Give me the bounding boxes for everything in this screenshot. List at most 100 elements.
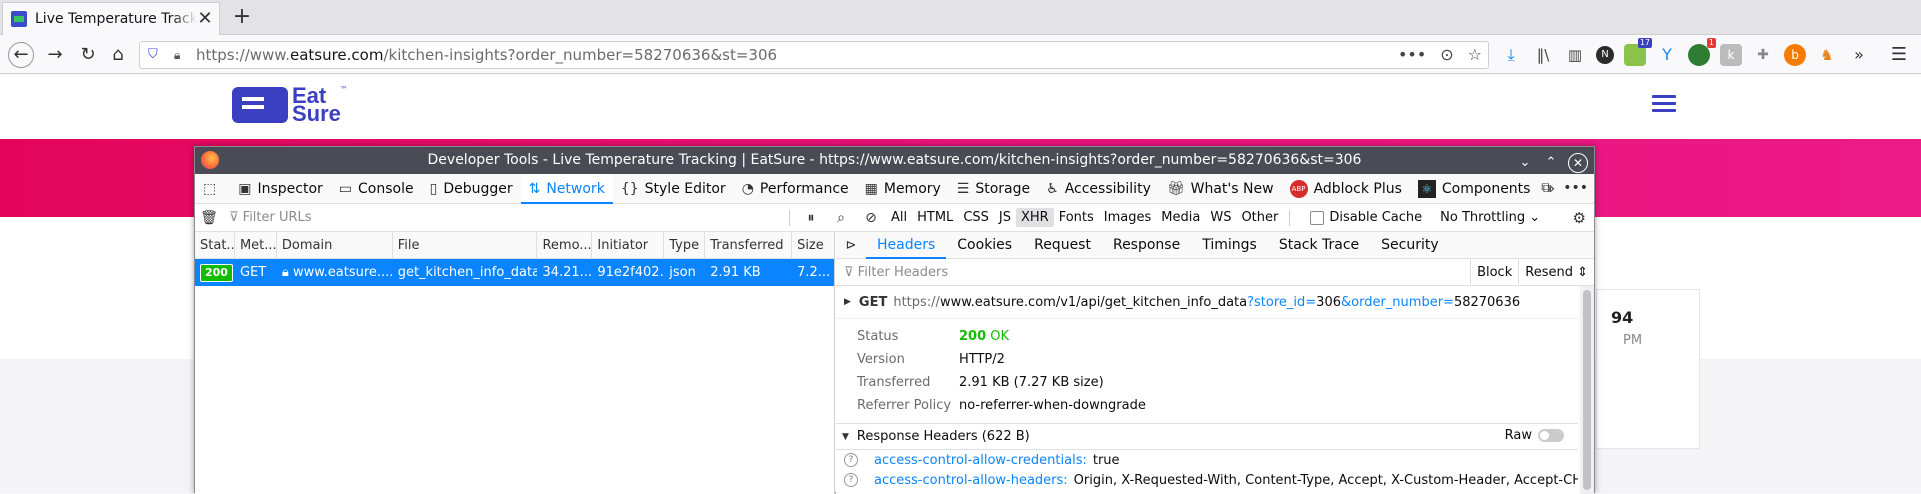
element-picker-icon[interactable]: ⬚ xyxy=(195,174,230,204)
block-requests-icon[interactable]: ⊘ xyxy=(856,210,886,226)
extension-grey-icon[interactable]: k xyxy=(1720,44,1742,66)
forward-arrow-icon[interactable]: → xyxy=(44,44,66,66)
header-row[interactable]: ? access-control-allow-credentials: true xyxy=(836,450,1578,470)
filter-xhr[interactable]: XHR xyxy=(1016,208,1054,227)
extension-badge-icon[interactable]: 17 xyxy=(1624,38,1652,66)
tab-headers[interactable]: Headers xyxy=(866,232,946,259)
tab-whats-new[interactable]: 🎁︎ What's New xyxy=(1159,174,1282,204)
tab-accessibility[interactable]: ♿︎ Accessibility xyxy=(1038,174,1159,204)
details-scrollbar[interactable] xyxy=(1580,286,1594,494)
tab-storage[interactable]: ☰ Storage xyxy=(949,174,1038,204)
header-row[interactable]: ? access-control-allow-headers: Origin, X-… xyxy=(836,470,1578,490)
filter-html[interactable]: HTML xyxy=(912,208,958,227)
col-transferred[interactable]: Transferred xyxy=(705,231,793,259)
extension-y-icon[interactable]: Y xyxy=(1656,44,1678,66)
browser-tab[interactable]: Live Temperature Tracking | EatSure ✕ xyxy=(2,2,220,35)
url-text[interactable]: https://www.eatsure.com/kitchen-insights… xyxy=(196,46,777,64)
devtools-toolbox-tabs: ⬚ ▣ Inspector ▭ Console ▯ Debugger ⇅ Network… xyxy=(195,173,1594,204)
reload-icon[interactable]: ↻ xyxy=(77,44,99,66)
col-file[interactable]: File xyxy=(393,231,538,259)
throttling-select[interactable]: No Throttling ⌄ xyxy=(1440,210,1540,225)
badge-count: 1 xyxy=(1706,38,1716,48)
tab-cookies[interactable]: Cookies xyxy=(946,232,1023,259)
address-bar[interactable]: ⛉ 🔒︎ https://www.eatsure.com/kitchen-ins… xyxy=(139,41,1489,69)
filter-ws[interactable]: WS xyxy=(1205,208,1236,227)
library-icon[interactable]: ‖\ xyxy=(1532,44,1554,66)
col-initiator[interactable]: Initiator xyxy=(592,231,665,259)
tab-style-editor[interactable]: {} Style Editor xyxy=(613,174,734,204)
devtools-menu-icon[interactable]: ••• xyxy=(1563,180,1588,196)
tab-memory[interactable]: ▦ Memory xyxy=(857,174,949,204)
toggle-panel-icon[interactable]: ⊳ xyxy=(836,238,866,253)
page-actions-icon[interactable]: ••• xyxy=(1398,45,1426,64)
eatsure-logo[interactable]: Eat Sure ™ xyxy=(232,85,348,125)
bookmark-star-icon[interactable]: ☆ xyxy=(1468,45,1482,64)
tracking-protection-shield-icon[interactable]: ⛉ xyxy=(148,47,162,63)
resend-button[interactable]: Resend ⇕ xyxy=(1518,258,1594,286)
downloads-icon[interactable]: ⤓ xyxy=(1500,44,1522,66)
filter-css[interactable]: CSS xyxy=(958,208,994,227)
filter-fonts[interactable]: Fonts xyxy=(1054,208,1099,227)
tab-response[interactable]: Response xyxy=(1102,232,1191,259)
filter-media[interactable]: Media xyxy=(1156,208,1205,227)
tab-components[interactable]: ⚛ Components xyxy=(1410,174,1539,204)
minimize-chevron-icon[interactable]: ⌄ xyxy=(1516,150,1534,176)
devtools-titlebar[interactable]: Developer Tools - Live Temperature Track… xyxy=(195,147,1594,174)
expand-triangle-icon[interactable]: ▶ xyxy=(844,297,851,307)
block-button[interactable]: Block xyxy=(1470,258,1518,286)
app-menu-icon[interactable]: ☰ xyxy=(1891,44,1907,65)
filter-js[interactable]: JS xyxy=(994,208,1016,227)
pause-icon[interactable]: ⏸︎ xyxy=(796,210,826,226)
filter-images[interactable]: Images xyxy=(1099,208,1157,227)
col-remote[interactable]: Remo... xyxy=(537,231,593,259)
table-row[interactable]: 200 GET 🔒︎ www.eatsure.... get_kitchen_i… xyxy=(195,259,834,286)
new-tab-button[interactable]: + xyxy=(230,6,254,28)
site-menu-icon[interactable] xyxy=(1652,95,1676,113)
sidebar-icon[interactable]: ▥ xyxy=(1564,44,1586,66)
raw-toggle[interactable]: Raw xyxy=(1505,428,1564,443)
col-status[interactable]: Stat... xyxy=(195,231,235,259)
gear-icon[interactable]: ⚙ xyxy=(1573,209,1586,227)
close-window-icon[interactable]: ✕ xyxy=(1568,153,1588,173)
col-size[interactable]: Size xyxy=(792,232,834,259)
tab-adblock-plus[interactable]: ABP Adblock Plus xyxy=(1282,174,1410,204)
filter-other[interactable]: Other xyxy=(1236,208,1283,227)
filter-headers-input[interactable]: ⊽ Filter Headers xyxy=(836,265,1470,280)
tab-performance[interactable]: ◔ Performance xyxy=(734,174,857,204)
filter-all[interactable]: All xyxy=(886,208,912,227)
overflow-chevron-icon[interactable]: » xyxy=(1848,44,1870,66)
help-icon[interactable]: ? xyxy=(844,473,858,487)
close-tab-icon[interactable]: ✕ xyxy=(197,10,213,28)
tab-timings[interactable]: Timings xyxy=(1191,232,1268,259)
filter-urls-input[interactable]: ⊽ Filter URLs xyxy=(223,210,783,225)
metamask-fox-icon[interactable]: ♞ xyxy=(1816,44,1838,66)
tab-request[interactable]: Request xyxy=(1023,232,1102,259)
extension-n-icon[interactable]: N xyxy=(1596,46,1614,64)
pocket-icon[interactable]: ⊙ xyxy=(1440,45,1453,64)
tab-network[interactable]: ⇅ Network xyxy=(520,173,613,204)
back-arrow-icon[interactable]: ← xyxy=(8,42,34,68)
col-domain[interactable]: Domain xyxy=(277,231,393,259)
col-type[interactable]: Type xyxy=(664,231,706,259)
tab-stack-trace[interactable]: Stack Trace xyxy=(1268,232,1370,259)
tab-debugger[interactable]: ▯ Debugger xyxy=(422,174,521,204)
extension-circle-icon[interactable]: 1 xyxy=(1688,38,1716,66)
tab-inspector[interactable]: ▣ Inspector xyxy=(230,174,331,204)
dock-icon[interactable]: ⧉ xyxy=(1541,180,1551,196)
tab-security[interactable]: Security xyxy=(1370,232,1450,259)
maximize-chevron-icon[interactable]: ⌃ xyxy=(1542,150,1560,176)
request-summary[interactable]: ▶ GET https://www.eatsure.com/v1/api/get… xyxy=(836,286,1578,319)
col-method[interactable]: Met... xyxy=(235,231,277,259)
disable-cache-checkbox[interactable]: Disable Cache xyxy=(1310,210,1422,225)
search-icon[interactable]: ⌕ xyxy=(826,210,856,226)
home-icon[interactable]: ⌂ xyxy=(107,44,129,66)
response-headers-section[interactable]: ▼ Response Headers (622 B) Raw xyxy=(836,423,1578,450)
clear-trash-icon[interactable]: 🗑︎ xyxy=(195,210,223,226)
collapse-triangle-icon[interactable]: ▼ xyxy=(842,432,849,442)
tab-console[interactable]: ▭ Console xyxy=(331,174,422,204)
extension-orange-icon[interactable]: b xyxy=(1784,44,1806,66)
help-icon[interactable]: ? xyxy=(844,453,858,467)
lock-icon[interactable]: 🔒︎ xyxy=(174,48,186,63)
firefox-logo-icon xyxy=(201,151,219,169)
extension-puzzle-icon[interactable]: ✚ xyxy=(1752,44,1774,66)
